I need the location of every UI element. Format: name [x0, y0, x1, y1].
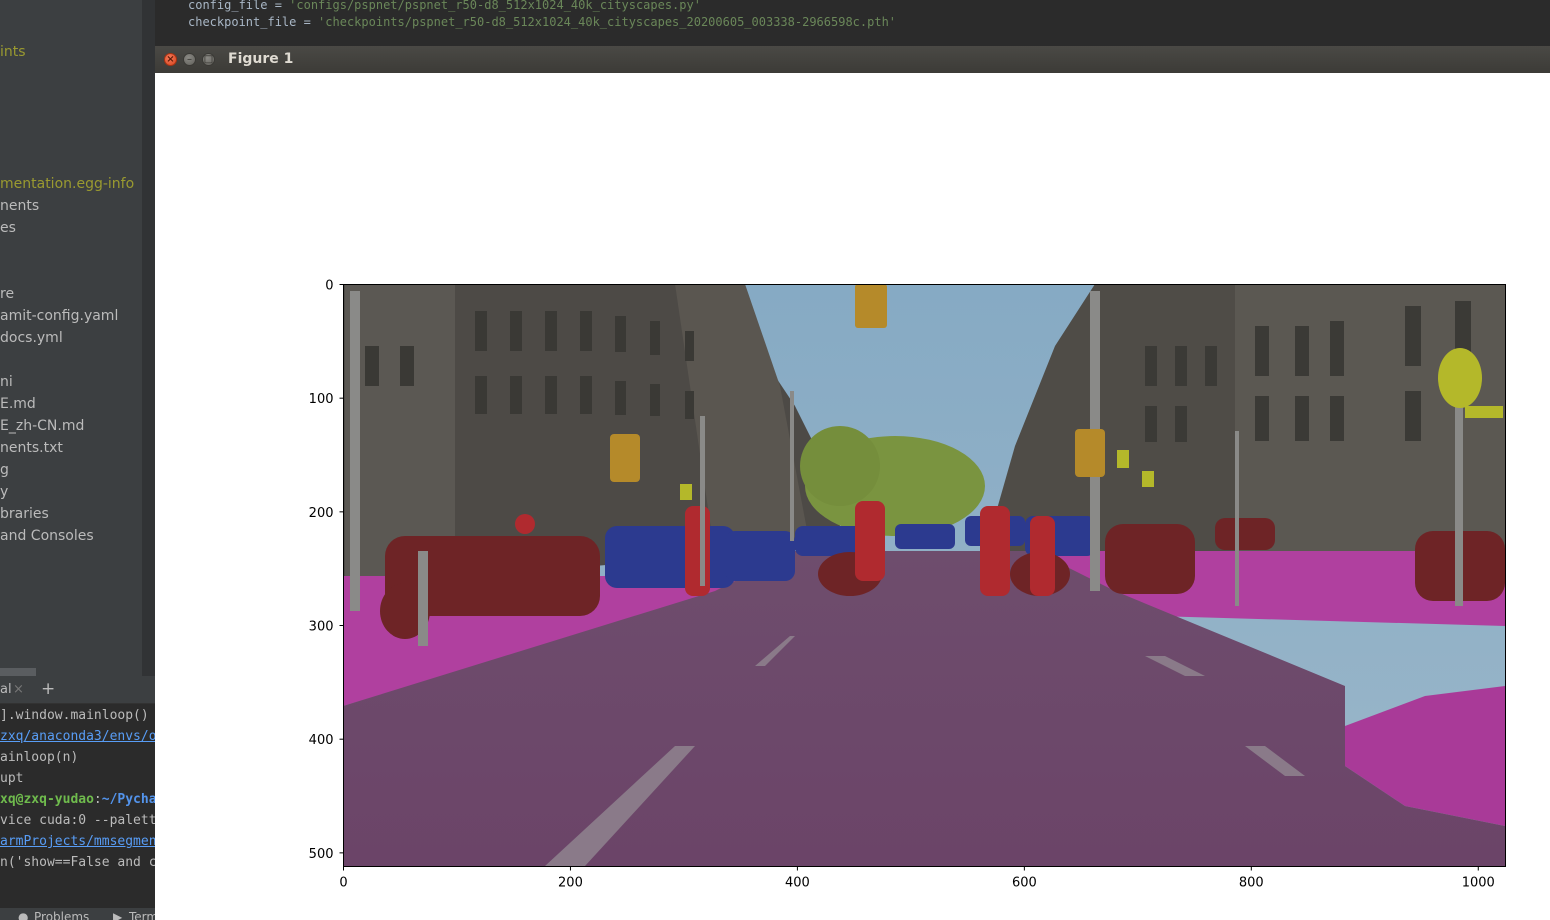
- x-tick-label: 400: [785, 876, 810, 891]
- problems-icon: ●: [18, 910, 29, 920]
- code-line-config: config_file = 'configs/pspnet/pspnet_r50…: [188, 0, 701, 12]
- terminal-prompt: xq@zxq-yudao:~/Pycha: [0, 792, 155, 807]
- prompt-colon: :: [93, 792, 102, 807]
- add-tab-icon[interactable]: +: [41, 679, 55, 699]
- project-tree-item[interactable]: and Consoles: [0, 526, 94, 546]
- project-tree-item[interactable]: y: [0, 482, 8, 502]
- terminal-line: upt: [0, 771, 24, 786]
- project-tree-item[interactable]: ni: [0, 372, 13, 392]
- y-tick-label: 0: [325, 279, 333, 294]
- project-tree-item[interactable]: nents.txt: [0, 438, 63, 458]
- figure-canvas: 0 200 400 600 800 1000 0 100 200 300 400 500: [309, 279, 1506, 891]
- terminal-line: vice cuda:0 --palett: [0, 813, 155, 828]
- project-tree-item[interactable]: amit-config.yaml: [0, 306, 118, 326]
- x-tick-label: 600: [1012, 876, 1037, 891]
- code-text: config_file =: [188, 0, 290, 12]
- project-tree-item[interactable]: nents: [0, 196, 39, 216]
- terminal-icon: ▶: [113, 910, 123, 920]
- project-tree-item[interactable]: es: [0, 218, 16, 238]
- project-tree-item[interactable]: ints: [0, 42, 26, 62]
- terminal-link[interactable]: armProjects/mmsegmen: [0, 834, 155, 849]
- project-tree-item[interactable]: mentation.egg-info: [0, 174, 134, 194]
- prompt-user: xq@zxq-yudao: [0, 792, 94, 807]
- y-tick-label: 500: [309, 847, 334, 862]
- problems-tab[interactable]: Problems: [34, 910, 89, 920]
- project-tree-item[interactable]: g: [0, 460, 9, 480]
- terminal-tab[interactable]: Term: [129, 910, 155, 920]
- project-tree-item[interactable]: docs.yml: [0, 328, 63, 348]
- terminal-tab-label[interactable]: al: [0, 682, 12, 697]
- figure-window: × – □ Figure 1 0 200 400 600 800 1000 0 …: [155, 46, 1550, 920]
- x-tick-label: 1000: [1462, 876, 1495, 891]
- terminal-panel[interactable]: al × + ].window.mainloop() zxq/anaconda3…: [0, 676, 155, 920]
- prompt-path: ~/Pycha: [101, 792, 155, 807]
- terminal-tab-bar: al × +: [0, 676, 155, 704]
- project-tree-panel: ints mentation.egg-info nents es re amit-conf…: [0, 0, 142, 676]
- project-tree-item[interactable]: E_zh-CN.md: [0, 416, 84, 436]
- code-line-checkpoint: checkpoint_file = 'checkpoints/pspnet_r5…: [188, 15, 896, 29]
- code-text: checkpoint_file =: [188, 15, 319, 29]
- y-tick-label: 100: [309, 392, 334, 407]
- code-string: 'checkpoints/pspnet_r50-d8_512x1024_40k_…: [318, 15, 897, 29]
- project-tree-item[interactable]: E.md: [0, 394, 36, 414]
- x-tick-label: 0: [339, 876, 347, 891]
- close-tab-icon[interactable]: ×: [13, 682, 24, 697]
- vegetation-tree: [800, 426, 880, 506]
- project-tree-item[interactable]: re: [0, 284, 14, 304]
- terminal-line: ainloop(n): [0, 750, 79, 765]
- y-tick-label: 400: [309, 733, 334, 748]
- terminal-line: n('show==False and c: [0, 855, 155, 870]
- project-tree-item[interactable]: braries: [0, 504, 49, 524]
- horizontal-scrollbar[interactable]: [0, 668, 36, 676]
- y-tick-label: 300: [309, 620, 334, 635]
- y-tick-label: 200: [309, 506, 334, 521]
- x-tick-label: 200: [558, 876, 583, 891]
- x-tick-label: 800: [1239, 876, 1264, 891]
- terminal-link[interactable]: zxq/anaconda3/envs/o: [0, 729, 155, 744]
- tool-window-bar: ● Problems ▶ Term: [0, 908, 155, 920]
- code-editor[interactable]: config_file = 'configs/pspnet/pspnet_r50…: [155, 0, 1550, 46]
- panel-divider[interactable]: [142, 0, 155, 676]
- code-string: 'configs/pspnet/pspnet_r50-d8_512x1024_4…: [289, 0, 701, 12]
- x-axis: 0 200 400 600 800 1000: [339, 866, 1495, 891]
- terminal-line: ].window.mainloop(): [0, 708, 149, 723]
- segmentation-image: [343, 284, 1505, 866]
- y-axis: 0 100 200 300 400 500: [309, 279, 344, 862]
